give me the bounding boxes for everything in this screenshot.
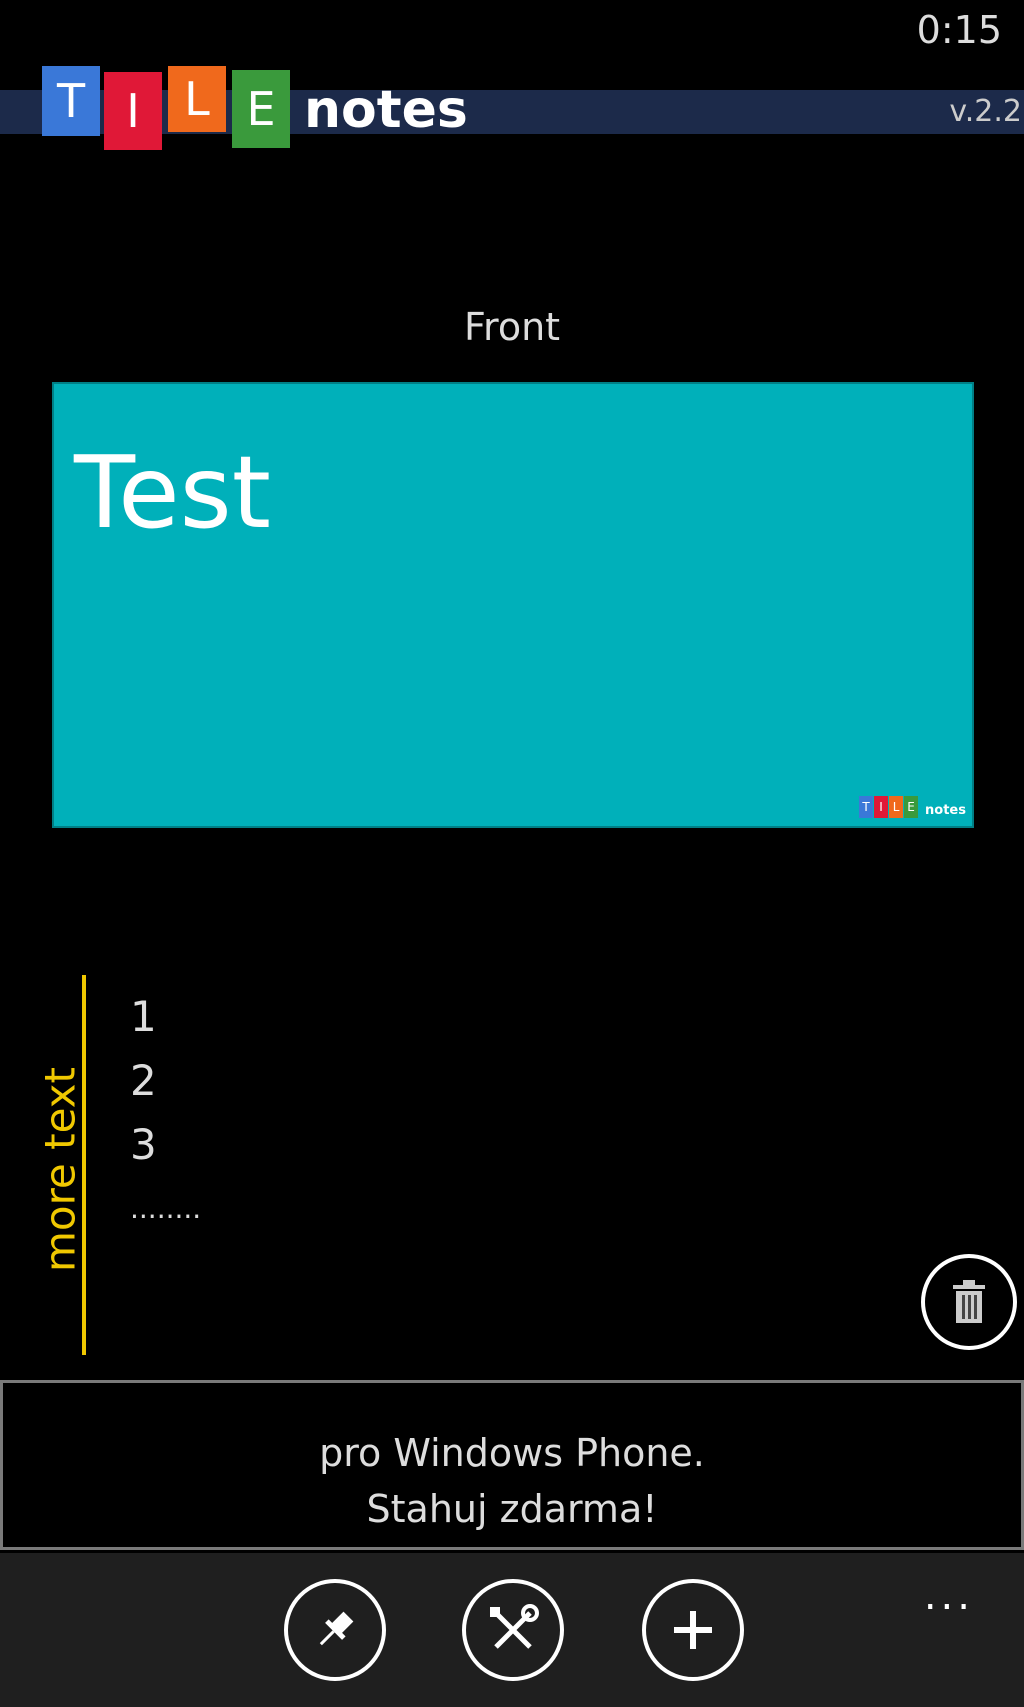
back-line: 3 bbox=[130, 1120, 157, 1169]
back-line: 2 bbox=[130, 1056, 157, 1105]
logo-letter-e: E bbox=[232, 70, 290, 148]
version-label: v.2.2 bbox=[949, 94, 1022, 129]
trash-icon bbox=[953, 1280, 985, 1323]
back-text[interactable]: 1 2 3 ........ bbox=[130, 985, 201, 1241]
pin-icon bbox=[319, 1611, 354, 1646]
logo-word: notes bbox=[304, 80, 468, 140]
more-menu-button[interactable]: ... bbox=[924, 1573, 974, 1619]
add-icon bbox=[674, 1611, 712, 1649]
logo-letter-i: I bbox=[104, 72, 162, 150]
back-side-label: more text bbox=[35, 1066, 85, 1273]
pin-button[interactable] bbox=[284, 1579, 386, 1681]
mini-logo-letter-t: T bbox=[859, 796, 874, 818]
ad-banner[interactable]: pro Windows Phone. Stahuj zdarma! bbox=[0, 1380, 1024, 1550]
ad-line-1: pro Windows Phone. bbox=[319, 1431, 705, 1475]
mini-logo-letter-l: L bbox=[889, 796, 904, 818]
settings-icon bbox=[490, 1604, 539, 1649]
app-bar: ... bbox=[0, 1553, 1024, 1707]
front-label: Front bbox=[463, 305, 561, 349]
back-line: 1 bbox=[130, 992, 157, 1041]
logo-letter-l: L bbox=[168, 66, 226, 132]
back-line: ........ bbox=[130, 1192, 202, 1225]
status-time: 0:15 bbox=[916, 8, 1002, 52]
mini-logo-word: notes bbox=[925, 803, 966, 818]
tile-preview[interactable]: Test T I L E notes bbox=[52, 382, 974, 828]
logo-letter-t: T bbox=[42, 66, 100, 136]
mini-logo-letter-i: I bbox=[874, 796, 889, 818]
mini-logo-letter-e: E bbox=[904, 796, 919, 818]
delete-button[interactable] bbox=[921, 1254, 1017, 1350]
ad-line-2: Stahuj zdarma! bbox=[366, 1487, 658, 1531]
settings-button[interactable] bbox=[462, 1579, 564, 1681]
tile-mini-logo: T I L E notes bbox=[859, 796, 966, 818]
add-button[interactable] bbox=[642, 1579, 744, 1681]
tile-title: Test bbox=[74, 434, 271, 551]
